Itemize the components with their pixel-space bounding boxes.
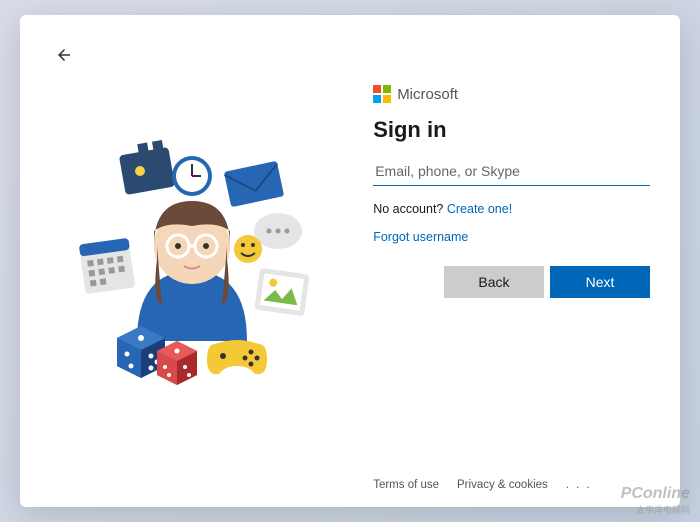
illustration-pane bbox=[20, 15, 363, 507]
signin-form-pane: Microsoft Sign in No account? Create one… bbox=[363, 15, 680, 507]
privacy-link[interactable]: Privacy & cookies bbox=[457, 479, 548, 491]
terms-link[interactable]: Terms of use bbox=[373, 479, 439, 491]
brand-name: Microsoft bbox=[397, 86, 458, 103]
brand-row: Microsoft bbox=[373, 85, 650, 103]
next-button[interactable]: Next bbox=[550, 266, 650, 298]
back-button[interactable]: Back bbox=[444, 266, 544, 298]
back-arrow-button[interactable] bbox=[52, 43, 76, 67]
identifier-input[interactable] bbox=[373, 157, 650, 186]
signin-illustration bbox=[62, 131, 322, 391]
forgot-username-link[interactable]: Forgot username bbox=[373, 230, 650, 244]
create-account-link[interactable]: Create one! bbox=[447, 202, 512, 216]
microsoft-logo-icon bbox=[373, 85, 391, 103]
footer-links: Terms of use Privacy & cookies . . . bbox=[373, 479, 650, 491]
more-options-button[interactable]: . . . bbox=[566, 479, 592, 491]
no-account-text: No account? bbox=[373, 202, 447, 216]
arrow-left-icon bbox=[55, 46, 73, 64]
page-title: Sign in bbox=[373, 117, 650, 143]
button-row: Back Next bbox=[373, 266, 650, 298]
signin-window: Microsoft Sign in No account? Create one… bbox=[20, 15, 680, 507]
no-account-row: No account? Create one! bbox=[373, 202, 650, 216]
